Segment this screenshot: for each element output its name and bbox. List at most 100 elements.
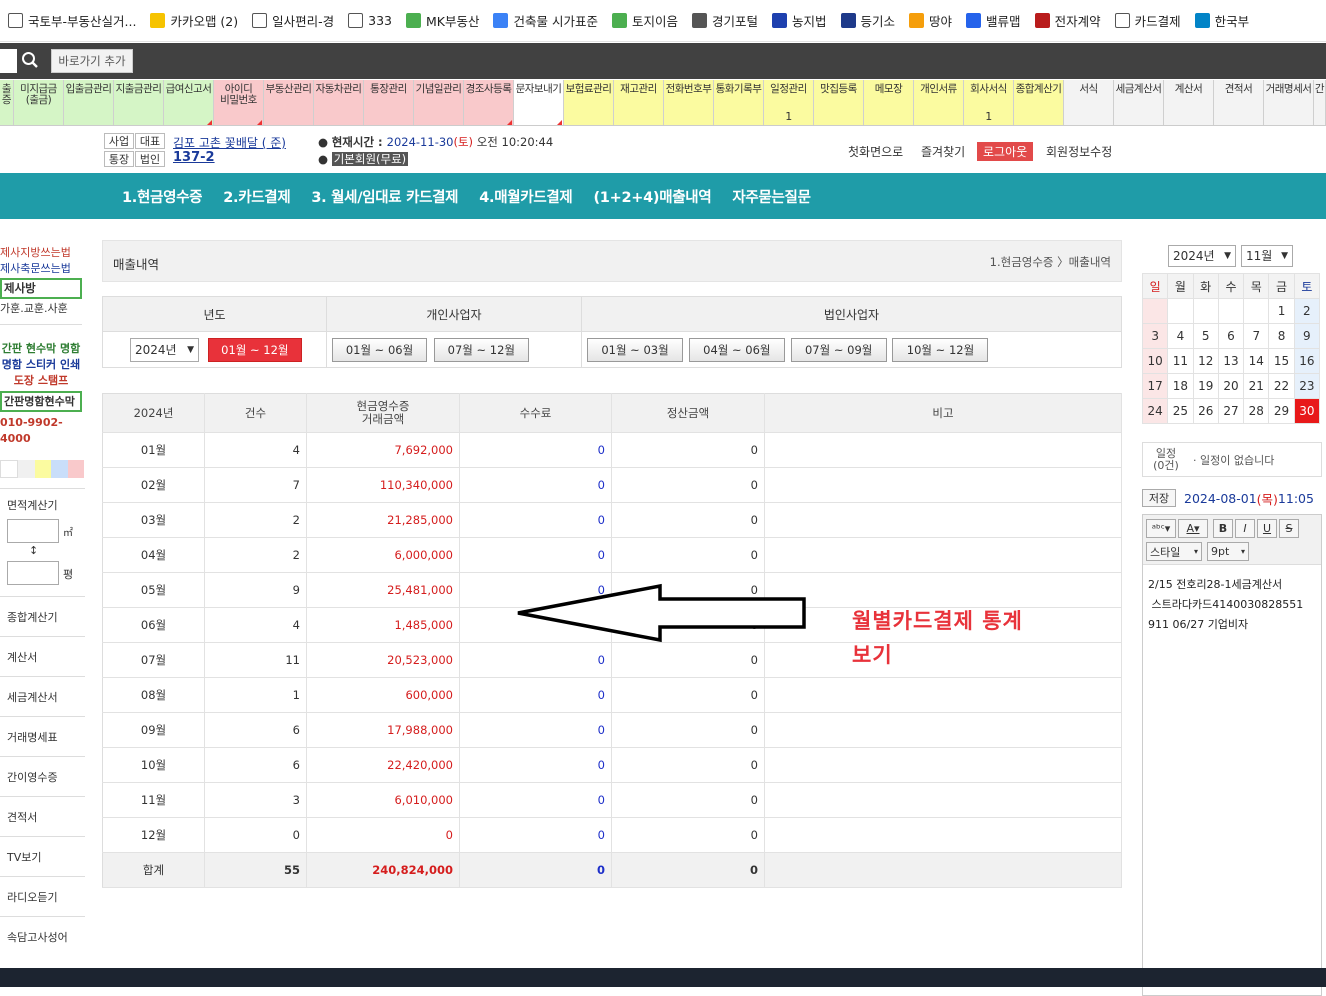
bookmark-item[interactable]: MK부동산 <box>406 11 479 30</box>
year-select[interactable]: 2024년 ▼ <box>130 337 199 362</box>
calendar-day[interactable]: 18 <box>1167 373 1194 399</box>
btn-corp-q2[interactable]: 04월 ~ 06월 <box>688 337 785 362</box>
menu-item[interactable]: 서식 <box>1064 80 1114 125</box>
pyeong-input[interactable] <box>7 561 59 585</box>
logout-button[interactable]: 로그아웃 <box>977 142 1034 161</box>
menu-item[interactable]: 급여신고서 <box>164 80 214 125</box>
menu-item[interactable]: 지출금관리 <box>114 80 164 125</box>
service-nav-item[interactable]: 자주묻는질문 <box>732 186 811 207</box>
swatch-gray[interactable] <box>18 460 35 478</box>
bookmark-item[interactable]: 333 <box>348 13 392 28</box>
menu-item[interactable]: 메모장 <box>864 80 914 125</box>
menu-item[interactable]: 보험료관리 <box>564 80 614 125</box>
left-menu-item[interactable]: 속담고사성어 <box>0 916 85 956</box>
calendar-day[interactable]: 10 <box>1141 348 1169 374</box>
jesa-room-link[interactable]: 제사방 <box>0 278 82 299</box>
left-menu-item[interactable]: 간이영수증 <box>0 756 85 796</box>
service-nav-item[interactable]: 1.현금영수증 <box>122 186 203 207</box>
menu-item[interactable]: 거래명세서 <box>1264 80 1314 125</box>
left-menu-item[interactable]: 종합계산기 <box>0 596 85 636</box>
menu-item[interactable]: 부동산관리 <box>264 80 314 125</box>
swatch-yellow[interactable] <box>34 460 52 478</box>
calendar-day[interactable]: 17 <box>1141 373 1169 399</box>
menu-item[interactable]: 맛집등록 <box>814 80 864 125</box>
calendar-day[interactable]: 24 <box>1141 398 1169 424</box>
member-edit-link[interactable]: 회원정보수정 <box>1046 143 1112 160</box>
menu-item[interactable]: 세금계산서 <box>1114 80 1164 125</box>
bookmark-item[interactable]: 농지법 <box>772 11 827 30</box>
calendar-day[interactable]: 25 <box>1167 398 1194 424</box>
calendar-day[interactable]: 2 <box>1293 298 1321 324</box>
left-menu-item[interactable]: 세금계산서 <box>0 676 85 716</box>
search-input[interactable] <box>0 49 17 73</box>
bookmark-item[interactable]: 경기포털 <box>691 11 758 30</box>
menu-item[interactable]: 견적서 <box>1214 80 1264 125</box>
menu-item[interactable]: 문자보내기 <box>514 80 564 125</box>
left-menu-item[interactable]: TV보기 <box>0 836 85 876</box>
calendar-day[interactable]: 26 <box>1192 398 1219 424</box>
home-link[interactable]: 첫화면으로 <box>848 143 903 160</box>
calendar-day[interactable]: 5 <box>1192 323 1219 349</box>
menu-item[interactable]: 종합계산기 <box>1014 80 1064 125</box>
calendar-day[interactable]: 3 <box>1141 323 1169 349</box>
italic-icon[interactable]: I <box>1235 519 1255 538</box>
calendar-day[interactable]: 8 <box>1268 323 1295 349</box>
menu-item[interactable]: 일정관리 1 <box>764 80 814 125</box>
family-motto-link[interactable]: 가훈.교훈.사훈 <box>0 301 82 325</box>
search-icon[interactable] <box>21 51 41 71</box>
ad-sign-link[interactable]: 간판 현수막 명함 <box>0 341 82 357</box>
calendar-day[interactable]: 30 <box>1293 398 1321 424</box>
swatch-blue[interactable] <box>51 460 68 478</box>
calendar-day[interactable]: 27 <box>1217 398 1245 424</box>
underline-icon[interactable]: U <box>1257 519 1277 538</box>
btn-corp-q3[interactable]: 07월 ~ 09월 <box>790 337 887 362</box>
menu-item[interactable]: 자동차관리 <box>314 80 364 125</box>
style-select[interactable]: 스타일 ▾ <box>1146 542 1202 561</box>
left-menu-item[interactable]: 라디오듣기 <box>0 876 85 916</box>
calendar-year-select[interactable]: 2024년 ▼ <box>1168 245 1236 267</box>
menu-item[interactable]: 기념일관리 <box>414 80 464 125</box>
calendar-day[interactable]: 4 <box>1167 323 1194 349</box>
bookmark-item[interactable]: 카카오맵 (2) <box>150 11 238 30</box>
ad-stamp-link[interactable]: 도장 스탬프 <box>0 373 82 389</box>
favorites-link[interactable]: 즐겨찾기 <box>921 143 965 160</box>
jesa-chukmun-link[interactable]: 제사축문쓰는법 <box>0 261 86 277</box>
calendar-day[interactable]: 7 <box>1243 323 1270 349</box>
swatch-white[interactable] <box>0 460 19 478</box>
spellcheck-icon[interactable]: ᵃᵇᶜ▾ <box>1146 519 1176 538</box>
calendar-day[interactable]: 16 <box>1293 348 1321 374</box>
company-name[interactable]: 김포 고촌 꽃배달 ( 준) <box>173 134 286 151</box>
menu-item[interactable]: 통장관리 <box>364 80 414 125</box>
bookmark-item[interactable]: 카드결제 <box>1114 11 1181 30</box>
calendar-day[interactable]: 20 <box>1217 373 1245 399</box>
calendar-month-select[interactable]: 11월 ▼ <box>1241 245 1293 267</box>
bookmark-item[interactable]: 한국부 <box>1194 11 1249 30</box>
strikethrough-icon[interactable]: S <box>1279 519 1299 538</box>
calendar-day[interactable]: 13 <box>1217 348 1245 374</box>
service-nav-item[interactable]: (1+2+4)매출내역 <box>593 186 711 207</box>
memo-save-button[interactable]: 저장 <box>1142 489 1176 507</box>
calendar-day[interactable]: 21 <box>1243 373 1270 399</box>
menu-item[interactable]: 미지급금 (출금) <box>14 80 64 125</box>
bookmark-item[interactable]: 밸류맵 <box>966 11 1021 30</box>
calendar-day[interactable]: 14 <box>1243 348 1270 374</box>
btn-corp-q1[interactable]: 01월 ~ 03월 <box>587 337 683 362</box>
swatch-pink[interactable] <box>67 460 85 478</box>
jesa-jibang-link[interactable]: 제사지방쓰는법 <box>0 245 86 261</box>
calendar-day[interactable]: 29 <box>1268 398 1295 424</box>
add-shortcut-button[interactable]: 바로가기 추가 <box>51 49 133 73</box>
sqm-input[interactable] <box>7 519 59 543</box>
calendar-day[interactable]: 15 <box>1268 348 1295 374</box>
menu-item[interactable]: 아이디 비밀번호 <box>214 80 264 125</box>
font-size-select[interactable]: 9pt ▾ <box>1207 542 1249 561</box>
menu-item[interactable]: 입출금관리 <box>64 80 114 125</box>
calendar-day[interactable]: 1 <box>1268 298 1295 324</box>
menu-item[interactable]: 계산서 <box>1164 80 1214 125</box>
menu-item[interactable]: 개인서류 <box>914 80 964 125</box>
left-menu-item[interactable]: 계산서 <box>0 636 85 676</box>
calendar-day[interactable]: 6 <box>1217 323 1245 349</box>
font-color-icon[interactable]: A▾ <box>1178 519 1208 538</box>
btn-personal-h1[interactable]: 01월 ~ 06월 <box>332 337 427 362</box>
calendar-day[interactable]: 19 <box>1192 373 1219 399</box>
breadcrumb-item[interactable]: 1.현금영수증 <box>990 255 1054 269</box>
